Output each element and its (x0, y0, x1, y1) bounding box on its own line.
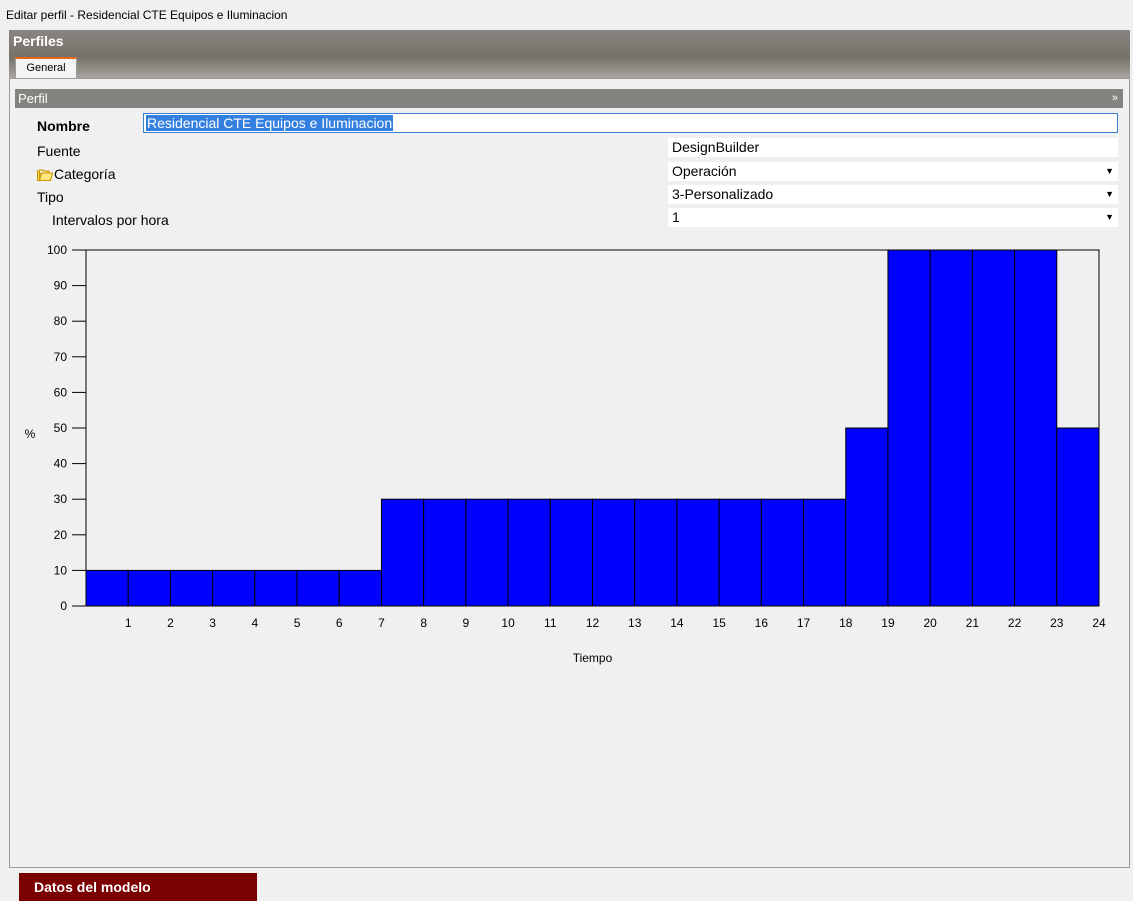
profiles-header: Perfiles General (9, 30, 1130, 79)
categoria-value: Operación (672, 163, 737, 179)
categoria-label: Categoría (54, 166, 116, 182)
tipo-dropdown[interactable]: 3-Personalizado ▼ (668, 185, 1118, 204)
chevron-down-icon[interactable]: ▼ (1105, 208, 1114, 227)
intervalos-value: 1 (672, 209, 680, 225)
intervalos-label: Intervalos por hora (52, 212, 169, 228)
categoria-dropdown[interactable]: Operación ▼ (668, 162, 1118, 181)
nombre-input-value: Residencial CTE Equipos e Iluminacion (146, 115, 394, 131)
fuente-value: DesignBuilder (672, 139, 760, 155)
tipo-value: 3-Personalizado (672, 186, 774, 202)
nombre-label: Nombre (37, 118, 90, 134)
tab-general[interactable]: General (15, 57, 77, 79)
window-title: Editar perfil - Residencial CTE Equipos … (6, 8, 288, 22)
header-title: Perfiles (13, 33, 64, 49)
chevron-down-icon[interactable]: ▼ (1105, 162, 1114, 181)
intervalos-dropdown[interactable]: 1 ▼ (668, 208, 1118, 227)
nombre-input[interactable]: Residencial CTE Equipos e Iluminacion (143, 113, 1118, 133)
chevron-down-icon[interactable]: ▼ (1105, 185, 1114, 204)
tipo-label: Tipo (37, 189, 64, 205)
fuente-field: DesignBuilder (668, 138, 1118, 157)
datos-del-modelo-button[interactable]: Datos del modelo (19, 873, 257, 901)
fuente-label: Fuente (37, 143, 81, 159)
section-header-perfil[interactable]: Perfil » (15, 89, 1123, 108)
folder-icon (37, 169, 53, 181)
collapse-chevron-icon[interactable]: » (1112, 89, 1118, 108)
section-title: Perfil (18, 91, 48, 106)
